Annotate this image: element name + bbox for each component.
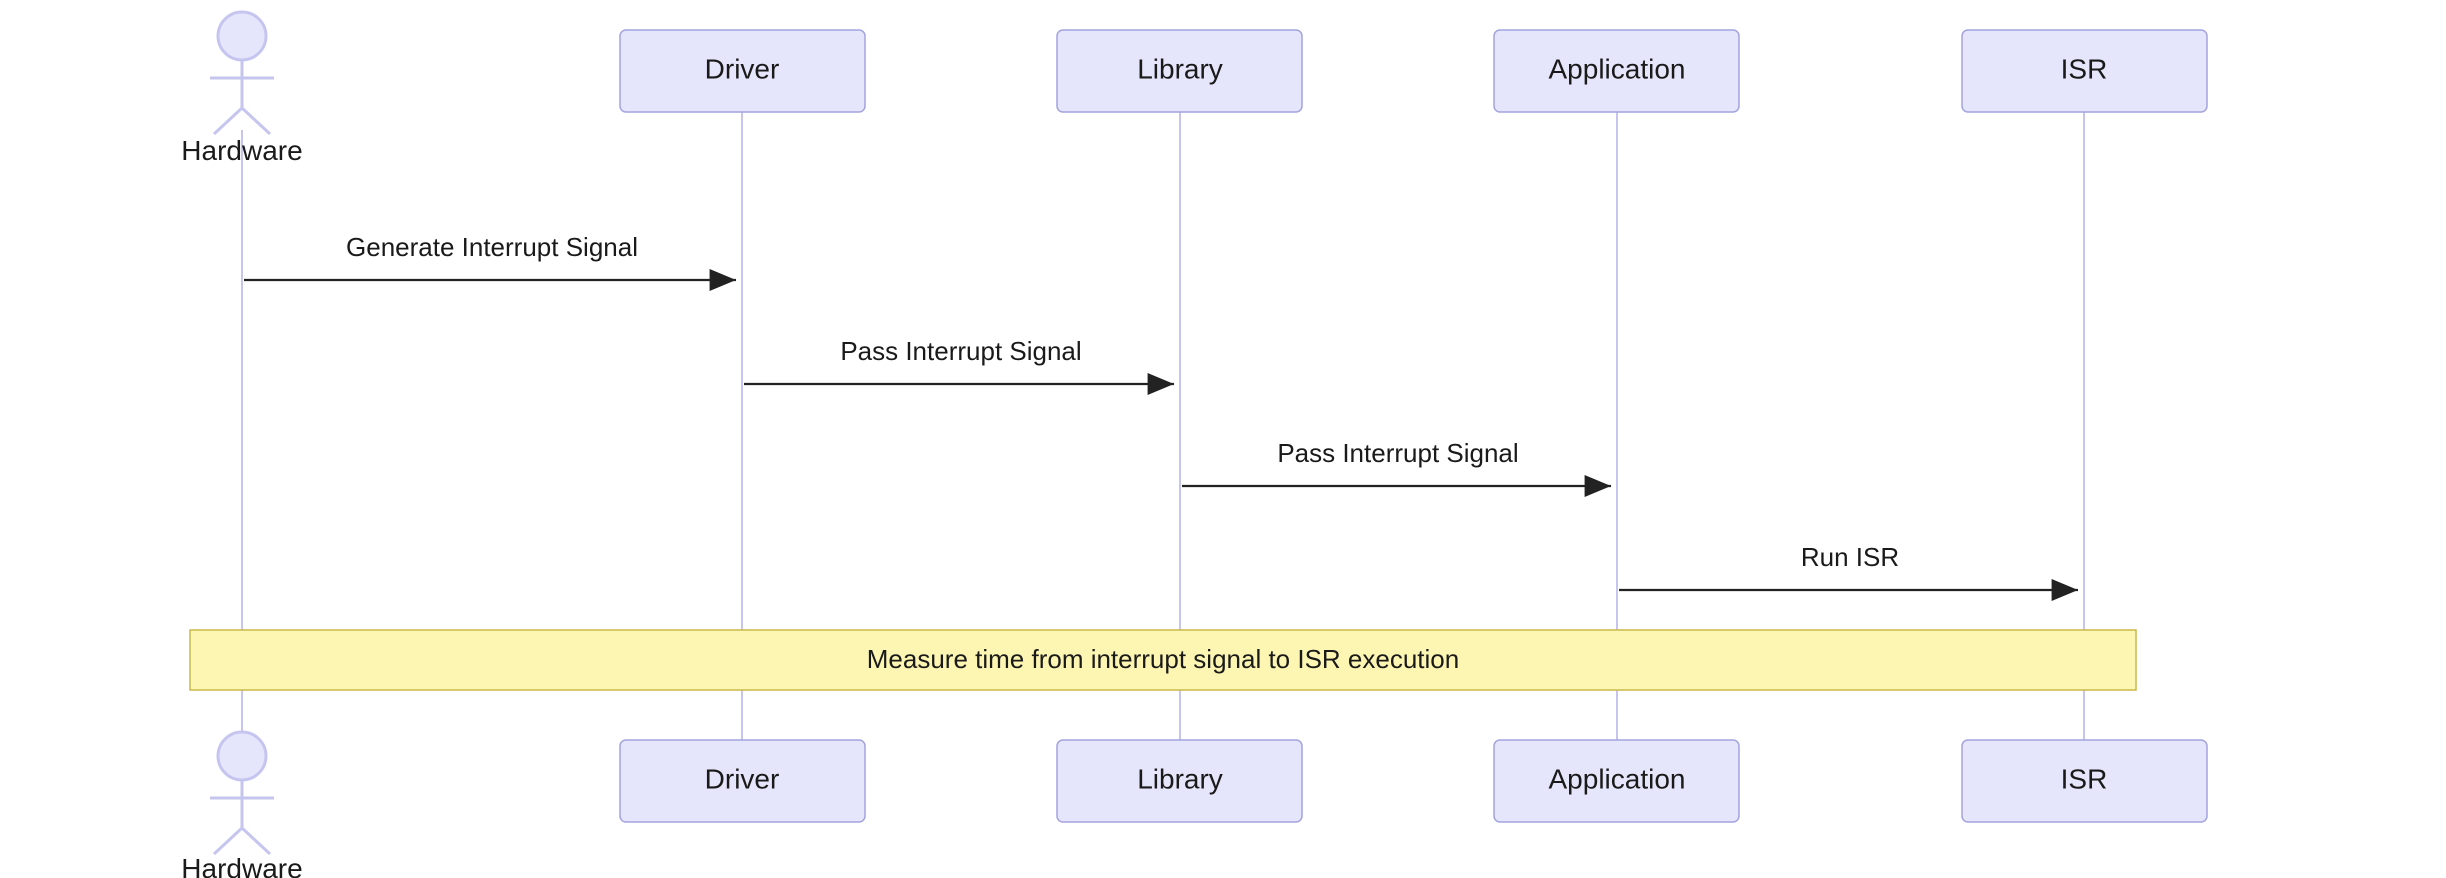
- actor-leg-left-icon: [214, 108, 242, 134]
- participant-library-label-bottom: Library: [1137, 763, 1223, 794]
- participant-library-bottom: Library: [1057, 740, 1302, 822]
- participant-isr-label-bottom: ISR: [2061, 763, 2108, 794]
- message-4-label: Run ISR: [1801, 542, 1899, 572]
- actor-leg-right-icon: [242, 108, 270, 134]
- participant-library-label-top: Library: [1137, 53, 1223, 84]
- participant-application-top: Application: [1494, 30, 1739, 112]
- actor-hardware-bottom: Hardware: [181, 732, 302, 878]
- note-label: Measure time from interrupt signal to IS…: [867, 644, 1459, 674]
- message-3-label: Pass Interrupt Signal: [1277, 438, 1518, 468]
- participant-application-label-bottom: Application: [1549, 763, 1686, 794]
- actor-head-icon: [218, 12, 266, 60]
- message-3: Pass Interrupt Signal: [1182, 438, 1611, 486]
- participant-application-bottom: Application: [1494, 740, 1739, 822]
- actor-label-top: Hardware: [181, 135, 302, 166]
- participant-driver-top: Driver: [620, 30, 865, 112]
- participant-isr-top: ISR: [1962, 30, 2207, 112]
- message-1-label: Generate Interrupt Signal: [346, 232, 638, 262]
- message-2-label: Pass Interrupt Signal: [840, 336, 1081, 366]
- participant-application-label-top: Application: [1549, 53, 1686, 84]
- actor-label-bottom: Hardware: [181, 853, 302, 878]
- actor-leg-left-bottom-icon: [214, 828, 242, 854]
- actor-head-bottom-icon: [218, 732, 266, 780]
- actor-leg-right-bottom-icon: [242, 828, 270, 854]
- participant-driver-bottom: Driver: [620, 740, 865, 822]
- message-4: Run ISR: [1619, 542, 2078, 590]
- message-2: Pass Interrupt Signal: [744, 336, 1174, 384]
- participant-isr-label-top: ISR: [2061, 53, 2108, 84]
- participant-library-top: Library: [1057, 30, 1302, 112]
- sequence-diagram: Hardware Driver Library Application ISR …: [0, 0, 2446, 878]
- note-measure-time: Measure time from interrupt signal to IS…: [190, 630, 2136, 690]
- participant-isr-bottom: ISR: [1962, 740, 2207, 822]
- participant-driver-label-top: Driver: [705, 53, 780, 84]
- actor-hardware-top: Hardware: [181, 12, 302, 166]
- participant-driver-label-bottom: Driver: [705, 763, 780, 794]
- message-1: Generate Interrupt Signal: [244, 232, 736, 280]
